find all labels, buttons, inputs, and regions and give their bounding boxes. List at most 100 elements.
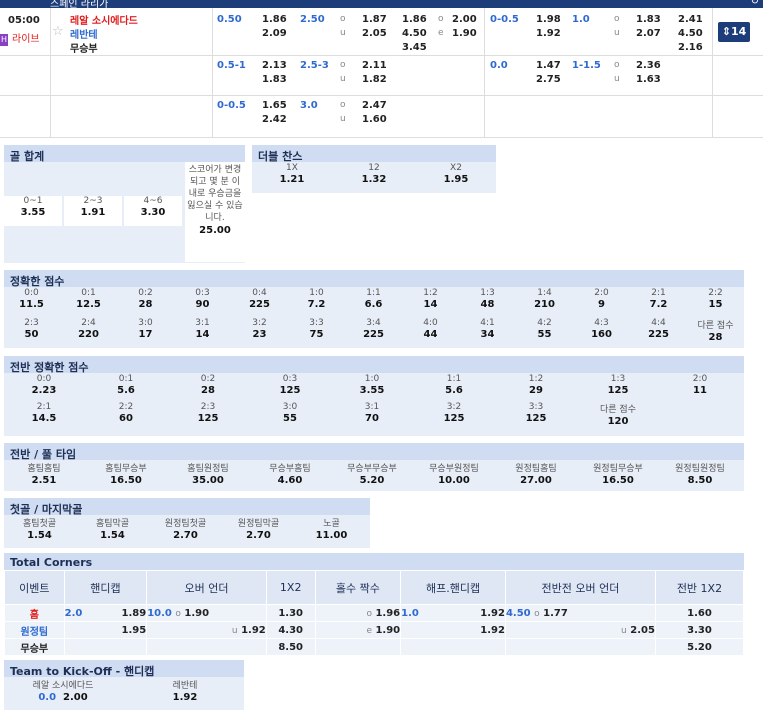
odds-cell[interactable]: 0:1 5.6 (86, 374, 166, 400)
away-team[interactable]: 레반테 (70, 26, 98, 41)
odds-cell[interactable]: 1.92 (400, 621, 506, 639)
odds-cell[interactable]: 1X 1.21 (252, 163, 332, 191)
odds-cell[interactable]: 5.20 (654, 638, 745, 656)
odds-cell[interactable]: 10.0 o 1.90 (146, 604, 267, 622)
odds-cell[interactable]: 1.30 (265, 604, 316, 622)
home-team[interactable]: 레알 소시에다드 (70, 12, 138, 27)
odds-cell[interactable]: 2:0 11 (660, 374, 740, 400)
odds-cell[interactable]: 4.50 (678, 28, 703, 39)
odds-cell[interactable]: 1:2 29 (496, 374, 576, 400)
more-markets-button[interactable]: ⇕14 (718, 22, 750, 42)
odds-cell[interactable]: 1.83 (636, 14, 661, 25)
odds-cell[interactable]: 2.13 (262, 60, 287, 71)
odds-cell[interactable]: 8.50 (265, 638, 316, 656)
odds-cell[interactable]: 홈팀무승부 16.50 (86, 461, 166, 487)
refresh-icon[interactable]: ↻ (751, 0, 759, 7)
odds-cell[interactable]: 4.50 (402, 28, 427, 39)
odds-cell[interactable]: 홈팀첫골 1.54 (4, 516, 75, 542)
odds-cell[interactable]: 2.42 (262, 114, 287, 125)
odds-cell[interactable]: 홈팀원정팀 35.00 (168, 461, 248, 487)
odds-cell[interactable]: 1.83 (262, 74, 287, 85)
odds-cell[interactable]: 1.60 (654, 604, 745, 622)
odds-cell[interactable]: 0:3 125 (250, 374, 330, 400)
odds-cell[interactable]: 2.16 (678, 42, 703, 53)
odds-cell[interactable]: 1.95 (63, 621, 148, 639)
odds-cell[interactable]: 0:0 11.5 (4, 288, 59, 316)
favorite-star-icon[interactable]: ☆ (52, 24, 64, 39)
odds-cell[interactable]: o 1.96 (314, 604, 402, 622)
odds-cell[interactable]: 2.36 (636, 60, 661, 71)
odds-cell[interactable]: 1:4 210 (517, 288, 572, 316)
odds-cell[interactable]: 원정팀홈팀 27.00 (496, 461, 576, 487)
odds-cell[interactable]: 1.82 (362, 74, 387, 85)
odds-cell[interactable]: X2 1.95 (416, 163, 496, 191)
odds-cell[interactable]: 0:3 90 (175, 288, 230, 316)
odds-cell[interactable]: 1:0 7.2 (289, 288, 344, 316)
odds-cell[interactable]: 2.11 (362, 60, 387, 71)
odds-cell[interactable]: u 2.05 (504, 621, 656, 639)
odds-cell[interactable]: 레반테 1.92 (126, 678, 244, 708)
odds-cell[interactable]: 1.0 1.92 (400, 604, 506, 622)
odds-cell[interactable]: 0:2 28 (168, 374, 248, 400)
odds-cell[interactable]: 1.98 (536, 14, 561, 25)
odds-cell[interactable]: 1.86 (262, 14, 287, 25)
odds-cell[interactable]: 0:4 225 (232, 288, 287, 316)
odds-cell[interactable]: 3:1 70 (332, 402, 412, 428)
odds-cell[interactable]: 레알 소시에다드 0.0 2.00 (4, 678, 122, 708)
odds-cell[interactable]: 2:3 125 (168, 402, 248, 428)
odds-cell[interactable]: 1:1 6.6 (346, 288, 401, 316)
odds-cell[interactable]: e 1.90 (314, 621, 402, 639)
odds-cell[interactable]: 2:4 220 (61, 318, 116, 346)
odds-cell[interactable]: 2.00 (452, 14, 477, 25)
odds-cell[interactable]: 2.0 1.89 (63, 604, 148, 622)
odds-cell[interactable]: 0~1 3.55 (4, 196, 62, 226)
odds-cell[interactable]: u 1.92 (146, 621, 267, 639)
odds-cell[interactable]: 2:2 15 (688, 288, 743, 316)
odds-cell[interactable]: 1.87 (362, 14, 387, 25)
odds-cell[interactable]: 1.90 (452, 28, 477, 39)
odds-cell[interactable]: 3:1 14 (175, 318, 230, 346)
odds-cell[interactable]: 홈팀홈팀 2.51 (4, 461, 84, 487)
odds-cell[interactable]: 1:2 14 (403, 288, 458, 316)
odds-cell[interactable]: 원정팀무승부 16.50 (578, 461, 658, 487)
odds-cell[interactable]: 다른 점수 120 (578, 402, 658, 428)
odds-cell[interactable]: 3:0 55 (250, 402, 330, 428)
odds-cell[interactable]: 2:2 60 (86, 402, 166, 428)
odds-cell[interactable]: 원정팀원정팀 8.50 (660, 461, 740, 487)
odds-cell[interactable]: 12 1.32 (334, 163, 414, 191)
odds-cell[interactable]: 3:3 75 (289, 318, 344, 346)
odds-cell[interactable]: 3:3 125 (496, 402, 576, 428)
odds-cell[interactable]: 1.63 (636, 74, 661, 85)
odds-cell[interactable]: 4:0 44 (403, 318, 458, 346)
odds-cell[interactable]: 4.30 (265, 621, 316, 639)
odds-cell[interactable]: 2:0 9 (574, 288, 629, 316)
odds-cell[interactable]: 4:2 55 (517, 318, 572, 346)
odds-cell[interactable]: 0:2 28 (118, 288, 173, 316)
odds-cell[interactable]: 4.50 o 1.77 (504, 604, 656, 622)
score-note-cell[interactable]: 스코어가 변경되고 몇 분 이내로 우승금을 잃으실 수 있습니다. 25.00 (185, 162, 245, 262)
odds-cell[interactable]: 3:0 17 (118, 318, 173, 346)
odds-cell[interactable]: 2:3 50 (4, 318, 59, 346)
odds-cell[interactable]: 2:1 14.5 (4, 402, 84, 428)
odds-cell[interactable]: 2.47 (362, 100, 387, 111)
odds-cell[interactable]: 0:0 2.23 (4, 374, 84, 400)
odds-cell[interactable]: 무승부무승부 5.20 (332, 461, 412, 487)
odds-cell[interactable]: 1:1 5.6 (414, 374, 494, 400)
odds-cell[interactable]: 1.86 (402, 14, 427, 25)
odds-cell[interactable]: 2.41 (678, 14, 703, 25)
odds-cell[interactable]: 3:2 23 (232, 318, 287, 346)
odds-cell[interactable]: 4~6 3.30 (124, 196, 182, 226)
odds-cell[interactable]: 0:1 12.5 (61, 288, 116, 316)
odds-cell[interactable]: 3.30 (654, 621, 745, 639)
odds-cell[interactable]: 홈팀막골 1.54 (77, 516, 148, 542)
odds-cell[interactable]: 1:0 3.55 (332, 374, 412, 400)
odds-cell[interactable]: 3.45 (402, 42, 427, 53)
odds-cell[interactable]: 2.07 (636, 28, 661, 39)
odds-cell[interactable]: 3:2 125 (414, 402, 494, 428)
odds-cell[interactable]: 2:1 7.2 (631, 288, 686, 316)
odds-cell[interactable]: 1.92 (536, 28, 561, 39)
odds-cell[interactable]: 노골 11.00 (296, 516, 367, 542)
odds-cell[interactable]: 2.75 (536, 74, 561, 85)
odds-cell[interactable]: 다른 점수 28 (688, 318, 743, 346)
odds-cell[interactable]: 1.47 (536, 60, 561, 71)
